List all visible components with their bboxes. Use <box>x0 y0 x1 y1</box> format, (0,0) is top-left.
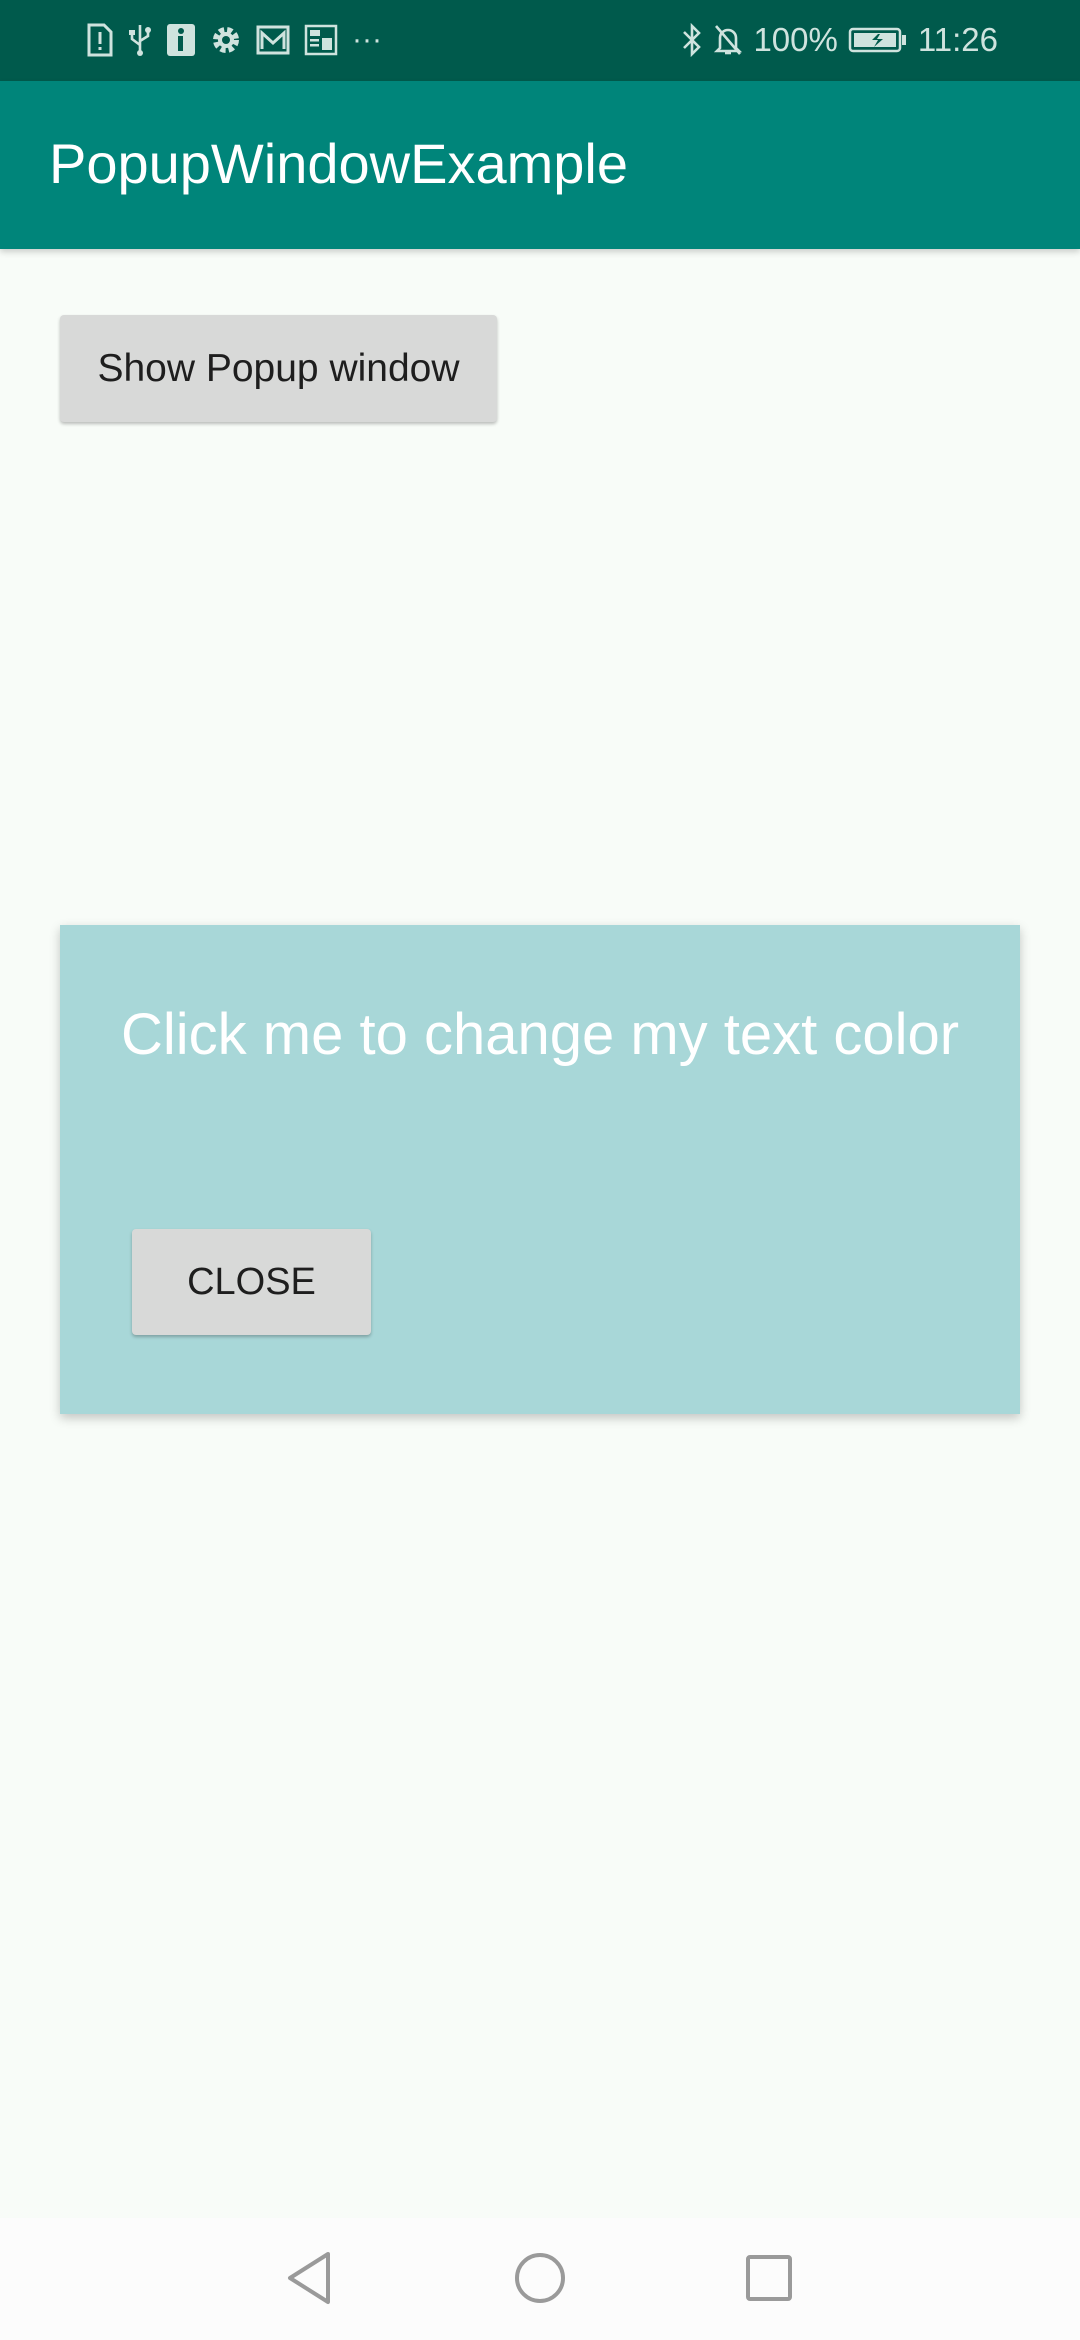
notification-icons: ··· <box>86 22 382 58</box>
app-bar: PopupWindowExample <box>0 81 1080 249</box>
navigation-bar <box>0 2218 1080 2340</box>
app-title: PopupWindowExample <box>49 132 628 195</box>
sim-alert-icon <box>86 23 114 57</box>
popup-message[interactable]: Click me to change my text color <box>121 997 981 1073</box>
home-icon <box>513 2251 567 2305</box>
info-icon <box>166 23 196 57</box>
clock: 11:26 <box>917 21 998 58</box>
close-button[interactable]: CLOSE <box>132 1229 371 1335</box>
bluetooth-icon <box>681 23 703 57</box>
battery-percent: 100% <box>753 21 838 58</box>
settings-icon <box>210 24 242 56</box>
usb-icon <box>128 23 152 57</box>
popup-window: Click me to change my text color CLOSE <box>60 925 1020 1414</box>
back-button[interactable] <box>271 2240 347 2316</box>
recents-button[interactable] <box>731 2240 807 2316</box>
status-bar: ··· 100% 11:26 <box>0 0 1080 81</box>
recents-icon <box>745 2254 793 2302</box>
system-status: 100% 11:26 <box>681 18 998 62</box>
news-icon <box>304 24 338 56</box>
bell-off-icon <box>713 23 743 57</box>
back-icon <box>284 2250 334 2306</box>
home-button[interactable] <box>502 2240 578 2316</box>
show-popup-button[interactable]: Show Popup window <box>60 315 497 422</box>
battery-charging-icon <box>848 27 908 53</box>
more-dots-icon: ··· <box>352 23 382 56</box>
mail-icon <box>256 25 290 55</box>
